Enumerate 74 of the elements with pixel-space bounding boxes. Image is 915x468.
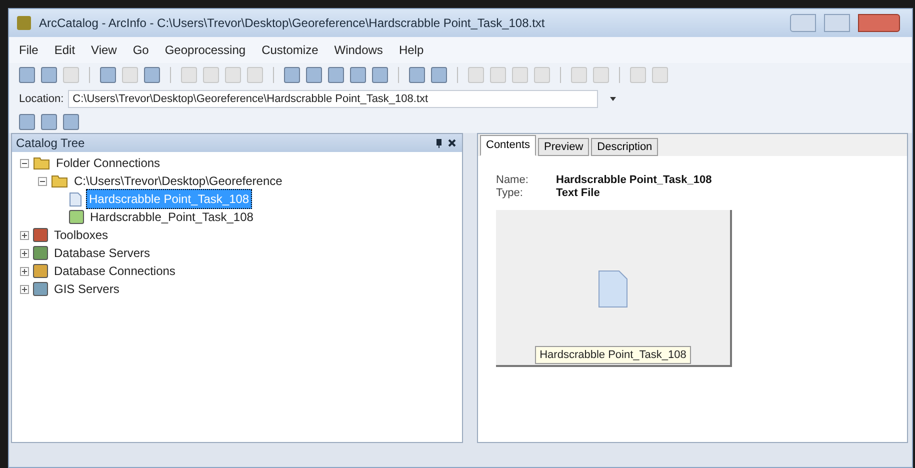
toolbar-icon[interactable] bbox=[372, 67, 388, 83]
tree-item[interactable]: Database Servers bbox=[52, 244, 152, 262]
toolbar-icon[interactable] bbox=[41, 67, 57, 83]
folder-icon bbox=[33, 156, 50, 170]
minimize-button[interactable] bbox=[790, 14, 816, 32]
app-icon bbox=[17, 16, 31, 30]
menu-item[interactable]: Help bbox=[398, 41, 424, 59]
toolbar-icon[interactable] bbox=[512, 67, 528, 83]
thumbnail-caption: Hardscrabble Point_Task_108 bbox=[534, 346, 692, 364]
document-icon bbox=[598, 270, 628, 308]
menu-item[interactable]: Customize bbox=[262, 41, 318, 59]
layer-icon bbox=[69, 210, 84, 224]
toolbar-icon[interactable] bbox=[41, 114, 57, 130]
toolbar-icon[interactable] bbox=[225, 67, 241, 83]
toolbar-icon[interactable] bbox=[247, 67, 263, 83]
toolbar-icon[interactable] bbox=[284, 67, 300, 83]
location-label: Location: bbox=[19, 92, 64, 107]
tab[interactable]: Description bbox=[591, 138, 658, 156]
expander-icon[interactable] bbox=[38, 176, 47, 186]
toolbar-icon[interactable] bbox=[630, 67, 646, 83]
toolbar-icon[interactable] bbox=[181, 67, 197, 83]
toolbar-icon[interactable] bbox=[468, 67, 484, 83]
toolbox-icon bbox=[33, 228, 48, 242]
menu-item[interactable]: Edit bbox=[54, 41, 76, 59]
field-label: Type: bbox=[496, 187, 524, 200]
field-value: Hardscrabble Point_Task_108 bbox=[556, 174, 713, 187]
tree-item[interactable]: Hardscrabble_Point_Task_108 bbox=[88, 208, 256, 226]
toolbar-icon[interactable] bbox=[63, 67, 79, 83]
tab[interactable]: Preview bbox=[538, 138, 590, 156]
toolbar-icon[interactable] bbox=[490, 67, 506, 83]
field-value: Text File bbox=[556, 187, 601, 200]
tree-item[interactable]: GIS Servers bbox=[52, 280, 122, 298]
tree-item[interactable]: Toolboxes bbox=[52, 226, 110, 244]
toolbar-icon[interactable] bbox=[350, 67, 366, 83]
toolbar-icon[interactable] bbox=[122, 67, 138, 83]
close-icon[interactable] bbox=[448, 139, 456, 147]
menu-item[interactable]: File bbox=[19, 41, 38, 59]
toolbar-icon[interactable] bbox=[19, 114, 35, 130]
toolbar-icon[interactable] bbox=[19, 67, 35, 83]
expander-icon[interactable] bbox=[20, 248, 29, 258]
expander-icon[interactable] bbox=[20, 266, 29, 276]
toolbar-icon[interactable] bbox=[593, 67, 609, 83]
pin-icon[interactable] bbox=[436, 138, 442, 148]
maximize-button[interactable] bbox=[824, 14, 850, 32]
expander-icon[interactable] bbox=[20, 158, 29, 168]
tree-item[interactable]: Database Connections bbox=[52, 262, 178, 280]
field-label: Name: bbox=[496, 174, 530, 187]
menu-item[interactable]: Go bbox=[132, 41, 149, 59]
dropdown-caret-icon[interactable] bbox=[610, 97, 616, 101]
menu-item[interactable]: View bbox=[91, 41, 117, 59]
location-field[interactable]: C:\Users\Trevor\Desktop\Georeference\Hardscrabble Point_Task_108.txt bbox=[68, 90, 598, 108]
document-icon bbox=[69, 192, 82, 206]
window-title: ArcCatalog - ArcInfo - C:\Users\Trevor\Desktop\Georeference\Hardscrabble Point_Task_108.txt bbox=[39, 15, 545, 32]
menu-item[interactable]: Geoprocessing bbox=[164, 41, 246, 59]
toolbar-icon[interactable] bbox=[306, 67, 322, 83]
toolbar-icon[interactable] bbox=[534, 67, 550, 83]
tab[interactable]: Contents bbox=[480, 135, 536, 156]
tree-item[interactable]: C:\Users\Trevor\Desktop\Georeference bbox=[72, 172, 284, 190]
folder-icon bbox=[51, 174, 68, 188]
expander-icon[interactable] bbox=[20, 230, 29, 240]
toolbar-icon[interactable] bbox=[652, 67, 668, 83]
panel-title: Catalog Tree bbox=[16, 135, 85, 152]
close-button[interactable] bbox=[858, 14, 900, 32]
menu-item[interactable]: Windows bbox=[334, 41, 383, 59]
tree-item[interactable]: Folder Connections bbox=[54, 154, 162, 172]
toolbar-icon[interactable] bbox=[144, 67, 160, 83]
expander-icon[interactable] bbox=[20, 284, 29, 294]
toolbar-icon[interactable] bbox=[203, 67, 219, 83]
toolbar-icon[interactable] bbox=[409, 67, 425, 83]
toolbar-icon[interactable] bbox=[431, 67, 447, 83]
toolbar-icon[interactable] bbox=[571, 67, 587, 83]
toolbar-icon[interactable] bbox=[328, 67, 344, 83]
toolbar-icon[interactable] bbox=[63, 114, 79, 130]
toolbar-icon[interactable] bbox=[100, 67, 116, 83]
